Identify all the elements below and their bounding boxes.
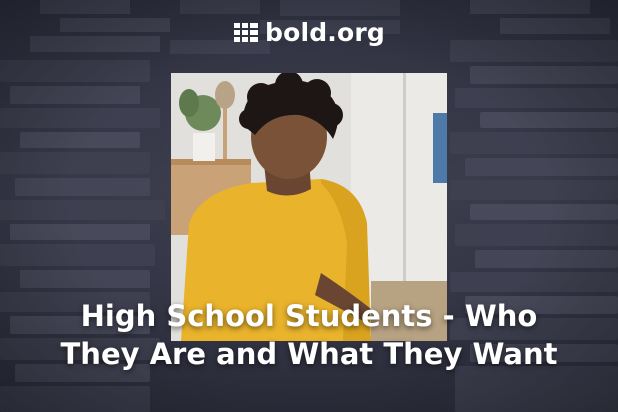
headline-line-2: They Are and What They Want: [60, 337, 558, 371]
brand-name: bold.org: [264, 18, 386, 47]
brand-logo[interactable]: bold.org: [0, 18, 618, 47]
headline: High School Students - Who They Are and …: [0, 297, 618, 373]
headline-line-1: High School Students - Who: [80, 299, 538, 333]
bold-grid-icon: [233, 22, 258, 42]
